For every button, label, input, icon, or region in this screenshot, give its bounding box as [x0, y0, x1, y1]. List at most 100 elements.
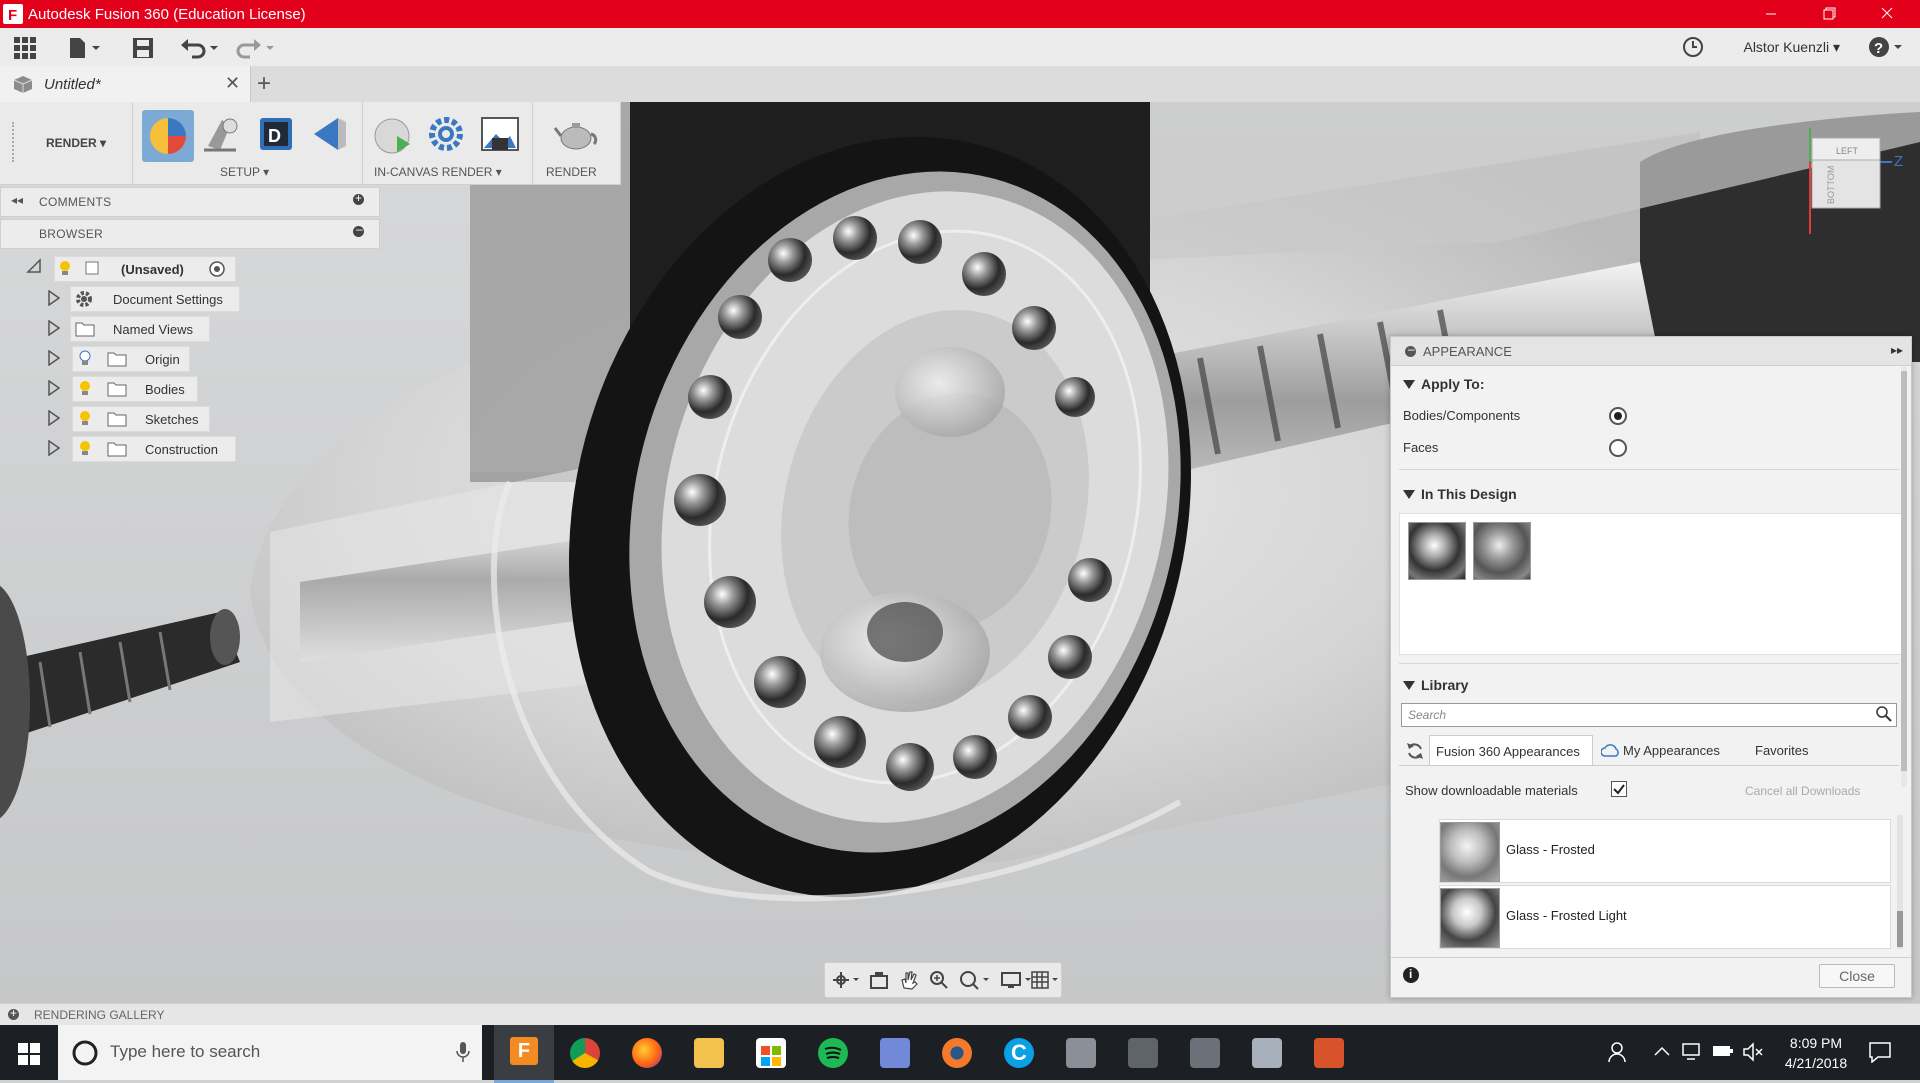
minimize-dialog-icon[interactable]: – — [1405, 342, 1416, 357]
display-settings-icon[interactable] — [1001, 970, 1033, 990]
expand-arrow-icon[interactable] — [48, 350, 60, 366]
material-item[interactable]: Glass - Frosted Light — [1439, 885, 1891, 949]
network-icon[interactable] — [1682, 1042, 1704, 1062]
design-appearance-swatch[interactable] — [1408, 522, 1466, 580]
library-scrollbar[interactable] — [1897, 815, 1903, 949]
texture-map-icon[interactable] — [200, 112, 244, 156]
save-icon[interactable] — [132, 37, 154, 59]
world-of-tanks-icon[interactable] — [1128, 1038, 1158, 1068]
hidden-bulb-icon[interactable] — [77, 349, 93, 367]
help-icon[interactable]: ? — [1868, 36, 1908, 58]
workspace-switcher[interactable]: RENDER ▾ — [46, 136, 106, 150]
render-teapot-icon[interactable] — [554, 112, 598, 156]
spotify-icon[interactable] — [818, 1038, 848, 1068]
cura-c-icon[interactable]: C — [1004, 1038, 1034, 1068]
browser-item-origin[interactable]: Origin — [72, 346, 190, 372]
setup-group-menu[interactable]: SETUP ▾ — [220, 165, 269, 179]
restore-button[interactable] — [1800, 0, 1858, 28]
browser-item-construction[interactable]: Construction — [72, 436, 236, 462]
document-tab[interactable]: Untitled* ✕ — [0, 66, 251, 102]
browser-item-document-settings[interactable]: Document Settings — [70, 286, 240, 312]
in-canvas-render-icon[interactable] — [372, 112, 416, 156]
viewcube-left-face[interactable]: LEFT — [1836, 146, 1859, 156]
faces-radio[interactable] — [1609, 439, 1627, 457]
look-at-icon[interactable] — [869, 970, 889, 990]
browser-item-named-views[interactable]: Named Views — [70, 316, 210, 342]
root-collapse-icon[interactable] — [26, 258, 42, 274]
dialog-scrollbar[interactable] — [1901, 367, 1907, 787]
visibility-bulb-icon[interactable] — [77, 409, 93, 427]
minimize-button[interactable] — [1742, 0, 1800, 28]
in-canvas-render-group-menu[interactable]: IN-CANVAS RENDER ▾ — [374, 165, 502, 179]
expand-arrow-icon[interactable] — [48, 290, 60, 306]
pan-hand-icon[interactable] — [899, 970, 919, 990]
people-icon[interactable] — [1608, 1041, 1630, 1063]
appearance-icon[interactable] — [308, 112, 352, 156]
user-account-menu[interactable]: Alstor Kuenzli ▾ — [1743, 39, 1840, 56]
windows-start-icon[interactable] — [18, 1043, 40, 1065]
collapse-panel-icon[interactable]: ◂◂ — [11, 193, 23, 207]
show-downloadable-checkbox[interactable] — [1611, 781, 1627, 797]
expand-arrow-icon[interactable] — [48, 380, 60, 396]
scene-settings-button[interactable] — [142, 110, 194, 162]
visibility-bulb-icon[interactable] — [77, 379, 93, 397]
visibility-bulb-icon[interactable] — [77, 439, 93, 457]
browser-item-bodies[interactable]: Bodies — [72, 376, 198, 402]
world-of-warplanes-icon[interactable] — [1252, 1038, 1282, 1068]
undo-icon[interactable] — [180, 37, 220, 59]
design-appearance-swatch[interactable] — [1473, 522, 1531, 580]
visibility-bulb-icon[interactable] — [57, 259, 73, 277]
file-menu-icon[interactable] — [68, 37, 104, 59]
expand-arrow-icon[interactable] — [48, 320, 60, 336]
collapse-section-icon[interactable] — [1403, 490, 1415, 499]
expand-dialog-icon[interactable]: ▸▸ — [1891, 343, 1903, 357]
render-group-label[interactable]: RENDER — [546, 165, 597, 179]
taskbar-fusion-button[interactable]: F — [494, 1025, 554, 1083]
zoom-window-icon[interactable] — [959, 970, 991, 990]
microphone-icon[interactable] — [456, 1041, 470, 1063]
system-clock[interactable]: 8:09 PM 4/21/2018 — [1768, 1033, 1864, 1073]
material-item[interactable]: Glass - Frosted — [1439, 819, 1891, 883]
rendering-gallery-bar[interactable]: + RENDERING GALLERY — [0, 1003, 1920, 1026]
collapse-section-icon[interactable] — [1403, 681, 1415, 690]
taskbar-search-input[interactable]: Type here to search — [58, 1025, 482, 1080]
grid-settings-icon[interactable] — [1031, 970, 1061, 990]
comments-panel-header[interactable]: ◂◂ COMMENTS + — [0, 187, 380, 217]
expand-gallery-icon[interactable]: + — [8, 1006, 19, 1020]
library-search-input[interactable]: Search — [1401, 703, 1897, 727]
battery-icon[interactable] — [1712, 1043, 1734, 1059]
shooter-game-icon[interactable] — [1314, 1038, 1344, 1068]
file-explorer-icon[interactable] — [694, 1038, 724, 1068]
bodies-components-radio[interactable] — [1609, 407, 1627, 425]
capture-image-icon[interactable] — [478, 112, 522, 156]
tab-fusion-appearances[interactable]: Fusion 360 Appearances — [1429, 735, 1593, 766]
activate-component-icon[interactable] — [208, 260, 226, 278]
action-center-icon[interactable] — [1868, 1041, 1892, 1063]
appearance-header[interactable]: – APPEARANCE ▸▸ — [1391, 337, 1911, 366]
expand-arrow-icon[interactable] — [48, 440, 60, 456]
refresh-library-icon[interactable] — [1405, 741, 1425, 761]
new-tab-icon[interactable]: + — [257, 70, 271, 98]
volume-muted-icon[interactable] — [1742, 1042, 1764, 1062]
tab-favorites[interactable]: Favorites — [1755, 743, 1808, 758]
cancel-downloads-link[interactable]: Cancel all Downloads — [1745, 784, 1860, 798]
tab-my-appearances[interactable]: My Appearances — [1623, 743, 1720, 758]
app-grid-icon[interactable] — [14, 37, 36, 59]
close-button[interactable]: Close — [1819, 964, 1895, 988]
zoom-icon[interactable] — [929, 970, 949, 990]
collapse-browser-icon[interactable]: – — [353, 222, 364, 237]
world-of-warships-icon[interactable] — [1190, 1038, 1220, 1068]
viewcube[interactable]: LEFT BOTTOM Z — [1800, 124, 1910, 234]
game-app-icon[interactable] — [1066, 1038, 1096, 1068]
blender-icon[interactable] — [942, 1038, 972, 1068]
browser-item-sketches[interactable]: Sketches — [72, 406, 210, 432]
close-tab-icon[interactable]: ✕ — [225, 73, 240, 94]
viewcube-bottom-face[interactable]: BOTTOM — [1826, 166, 1836, 204]
redo-icon[interactable] — [236, 37, 276, 59]
show-hidden-icons-chevron[interactable] — [1654, 1045, 1670, 1057]
discord-icon[interactable] — [880, 1038, 910, 1068]
info-icon[interactable]: i — [1403, 967, 1419, 983]
decal-icon[interactable]: D — [254, 112, 298, 156]
job-status-icon[interactable] — [1682, 36, 1704, 58]
close-window-button[interactable] — [1858, 0, 1916, 28]
